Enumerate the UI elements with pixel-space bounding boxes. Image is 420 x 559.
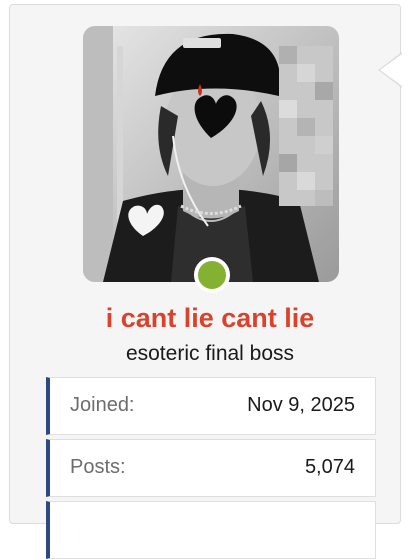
online-status-indicator — [194, 257, 230, 293]
stat-label: Joined: — [70, 394, 135, 416]
stat-row-posts[interactable]: Posts: 5,074 — [46, 439, 376, 497]
card-pointer — [380, 54, 402, 86]
avatar-photo — [83, 26, 339, 282]
pixelated-blur-overlay — [279, 46, 333, 206]
avatar[interactable] — [83, 26, 339, 282]
stat-value[interactable]: 5,074 — [305, 456, 355, 479]
user-title: esoteric final boss — [125, 342, 295, 365]
stat-label: Posts: — [70, 456, 126, 478]
stat-value: Nov 9, 2025 — [247, 394, 355, 416]
stat-row-joined: Joined: Nov 9, 2025 — [46, 377, 376, 435]
username[interactable]: i cant lie cant lie — [0, 303, 420, 334]
